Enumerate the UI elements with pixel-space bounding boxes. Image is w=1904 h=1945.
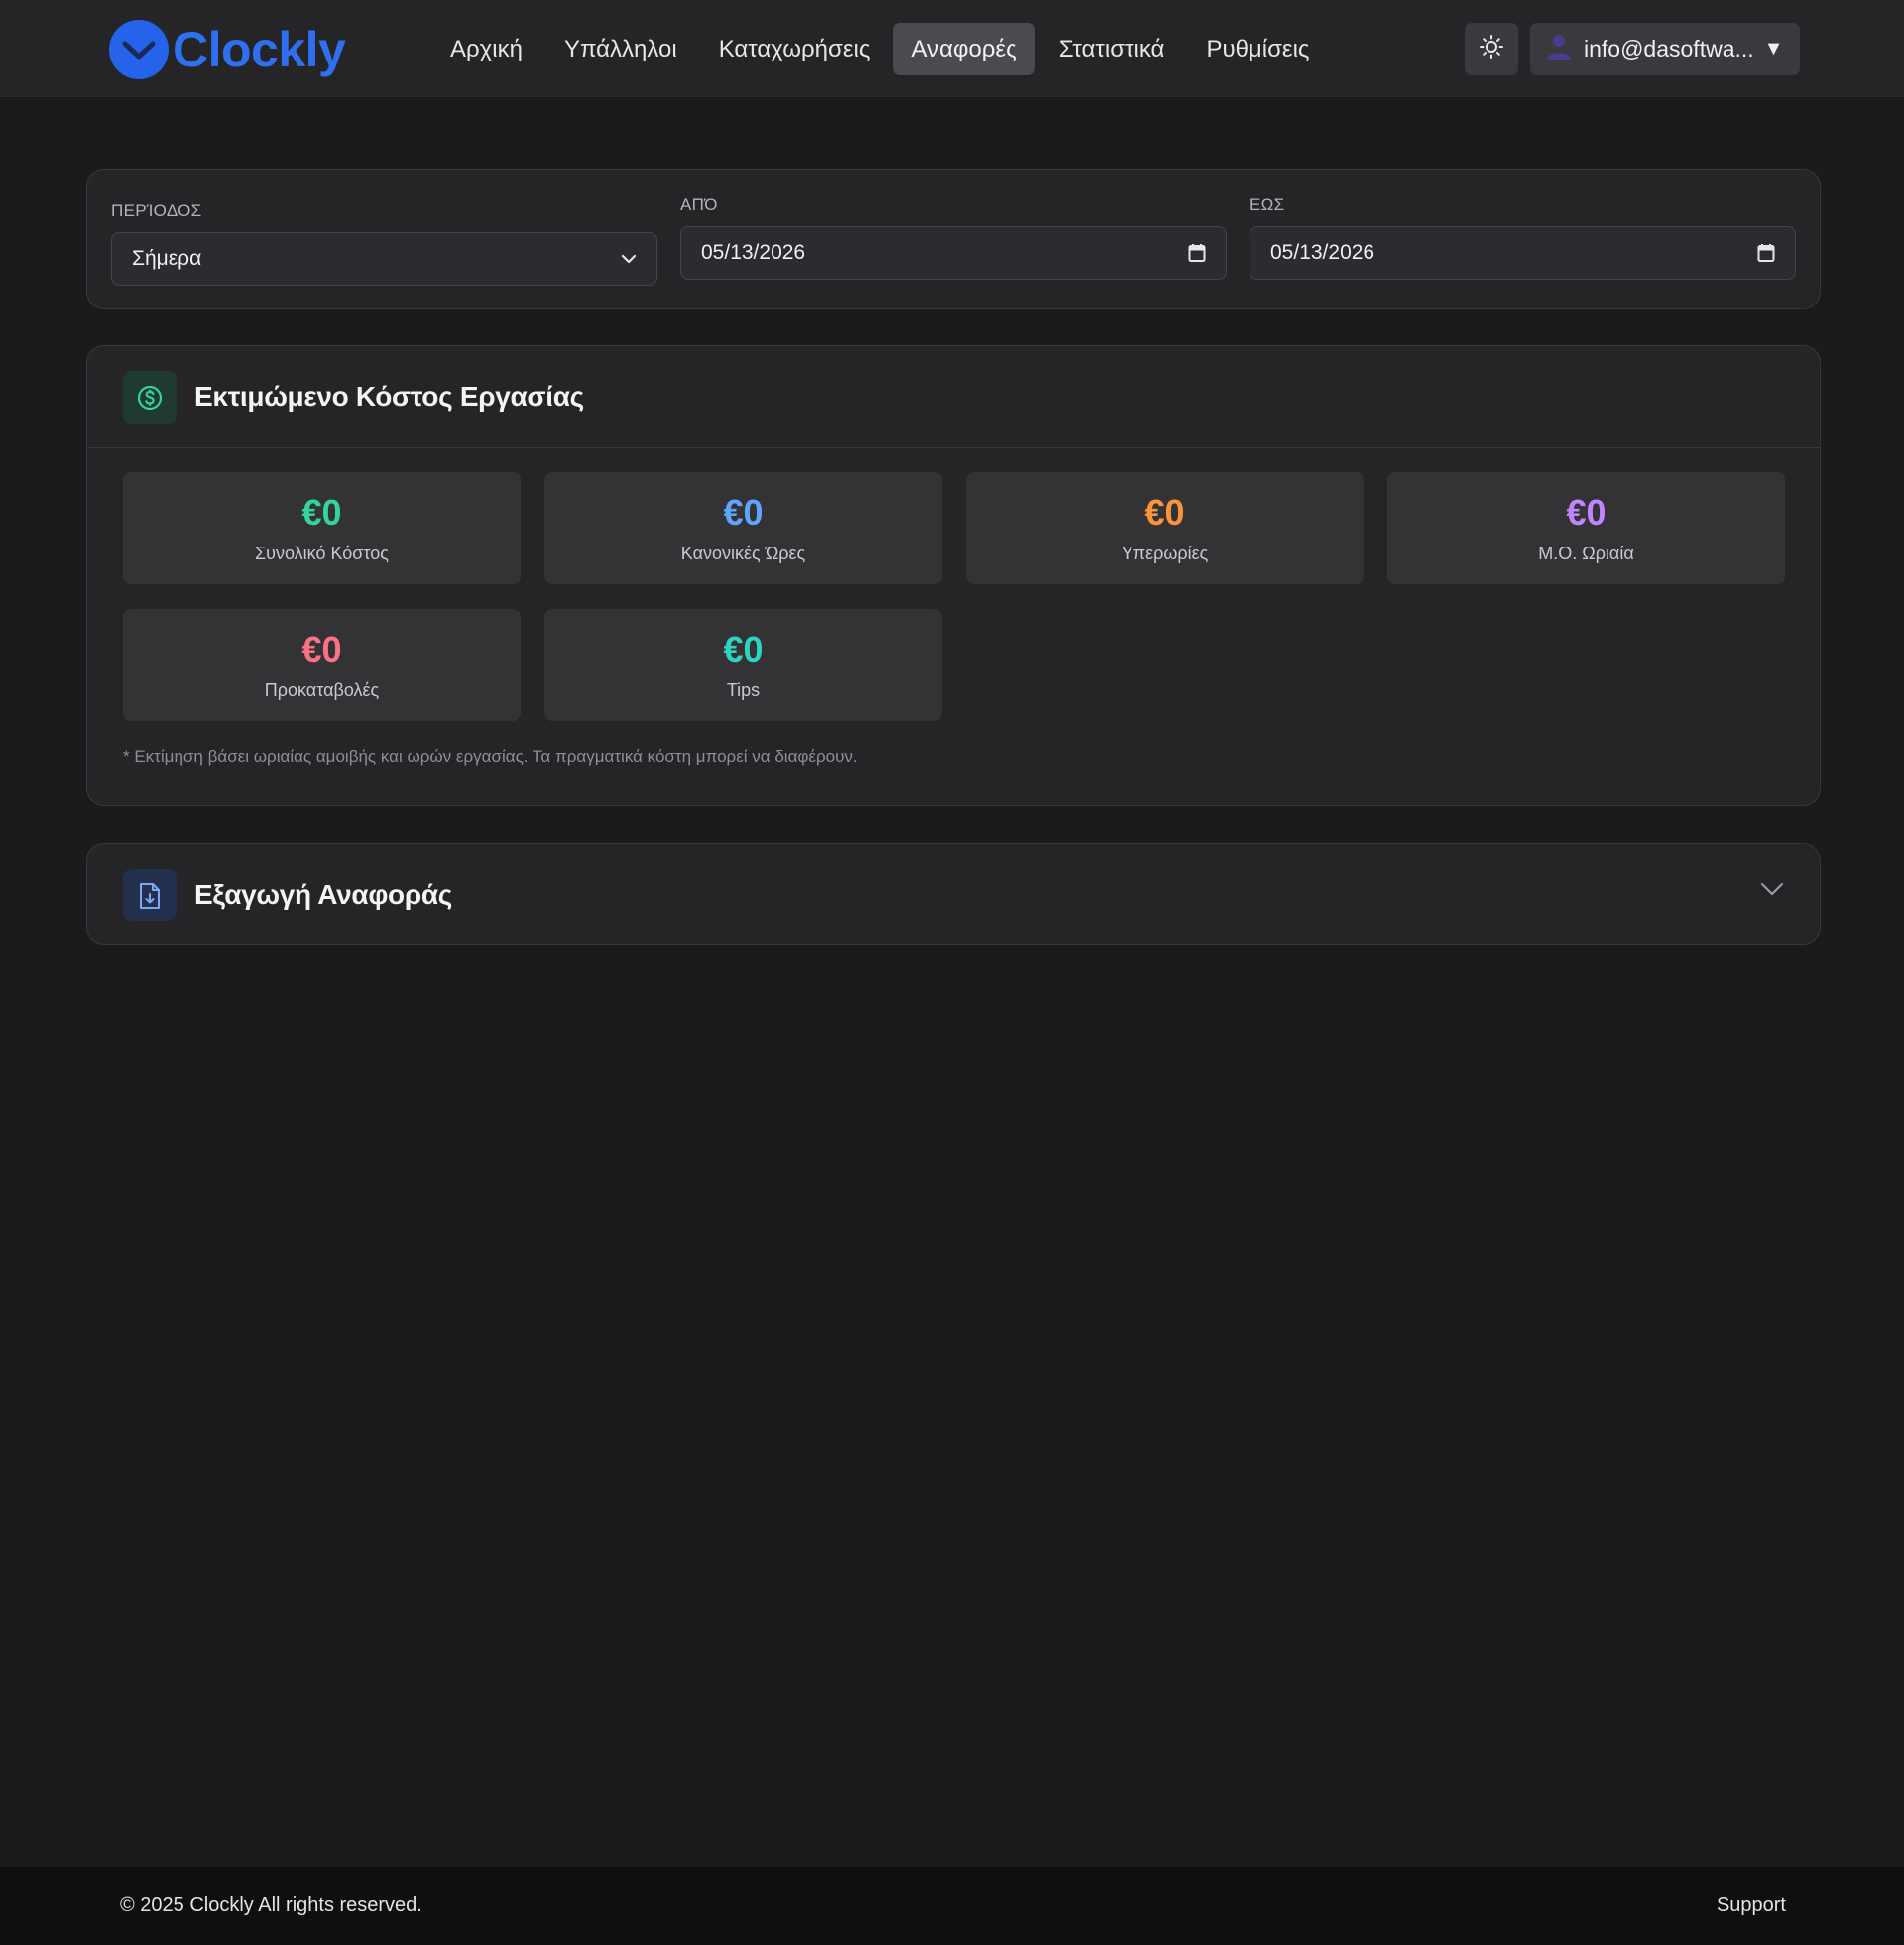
- labor-cost-section: Εκτιμώμενο Κόστος Εργασίας €0 Συνολικό Κ…: [86, 345, 1821, 806]
- estimate-note: * Εκτίμηση βάσει ωριαίας αμοιβής και ωρώ…: [123, 747, 858, 766]
- stat-value: €0: [1144, 492, 1185, 533]
- nav-item-employees[interactable]: Υπάλληλοι: [546, 23, 695, 75]
- from-date-value: 05/13/2026: [701, 241, 806, 264]
- user-email: info@dasoftwa...: [1584, 36, 1754, 61]
- sun-icon: [1479, 34, 1504, 64]
- nav-item-settings[interactable]: Ρυθμίσεις: [1188, 23, 1327, 75]
- from-date-input[interactable]: 05/13/2026: [680, 226, 1227, 280]
- stat-card-avg-hourly: €0 Μ.Ο. Ωριαία: [1387, 472, 1785, 584]
- support-link[interactable]: Support: [1717, 1894, 1786, 1917]
- stat-label: Προκαταβολές: [264, 680, 380, 700]
- user-menu-button[interactable]: info@dasoftwa... ▼: [1530, 23, 1800, 75]
- top-header: Clockly Αρχική Υπάλληλοι Καταχωρήσεις Αν…: [0, 0, 1904, 97]
- to-label: ΕΩΣ: [1250, 195, 1285, 214]
- file-download-icon: [123, 869, 177, 921]
- caret-down-icon: ▼: [1763, 38, 1784, 60]
- nav-item-reports[interactable]: Αναφορές: [893, 23, 1035, 75]
- stat-value: €0: [723, 629, 764, 669]
- calendar-icon[interactable]: [1757, 243, 1775, 263]
- stat-card-advances: €0 Προκαταβολές: [123, 609, 521, 721]
- period-select[interactable]: Σήμερα: [111, 232, 657, 286]
- stat-card-overtime: €0 Υπερωρίες: [966, 472, 1364, 584]
- period-value: Σήμερα: [132, 247, 202, 270]
- stat-value: €0: [301, 629, 342, 669]
- nav-item-entries[interactable]: Καταχωρήσεις: [701, 23, 889, 75]
- clock-check-icon: [109, 20, 169, 79]
- stat-label: Tips: [726, 680, 761, 700]
- stat-value: €0: [723, 492, 764, 533]
- chevron-down-icon[interactable]: [1760, 882, 1784, 901]
- theme-toggle-button[interactable]: [1465, 23, 1518, 75]
- export-report-section[interactable]: Εξαγωγή Αναφοράς: [86, 843, 1821, 945]
- app-logo[interactable]: Clockly: [109, 20, 346, 79]
- stat-card-total-cost: €0 Συνολικό Κόστος: [123, 472, 521, 584]
- footer-copyright: © 2025 Clockly All rights reserved.: [120, 1894, 422, 1916]
- page-footer: © 2025 Clockly All rights reserved. Supp…: [0, 1867, 1904, 1945]
- stat-value: €0: [1566, 492, 1606, 533]
- labor-cost-header: Εκτιμώμενο Κόστος Εργασίας: [87, 346, 1820, 448]
- stat-label: Συνολικό Κόστος: [255, 544, 389, 563]
- stat-card-tips: €0 Tips: [544, 609, 942, 721]
- stat-label: Υπερωρίες: [1121, 544, 1209, 563]
- export-report-title: Εξαγωγή Αναφοράς: [194, 879, 453, 910]
- main-nav: Αρχική Υπάλληλοι Καταχωρήσεις Αναφορές Σ…: [432, 23, 1334, 75]
- nav-item-statistics[interactable]: Στατιστικά: [1041, 23, 1183, 75]
- to-date-value: 05/13/2026: [1270, 241, 1375, 264]
- user-icon: [1546, 33, 1572, 66]
- nav-item-home[interactable]: Αρχική: [432, 23, 540, 75]
- from-label: ΑΠΌ: [680, 195, 718, 214]
- labor-cost-title: Εκτιμώμενο Κόστος Εργασίας: [194, 381, 584, 412]
- period-label: ΠΕΡΊΟΔΟΣ: [111, 201, 202, 220]
- dollar-circle-icon: [123, 371, 177, 424]
- calendar-icon[interactable]: [1188, 243, 1206, 263]
- report-filters: ΠΕΡΊΟΔΟΣ Σήμερα ΑΠΌ 05/13/2026 ΕΩΣ 05/13…: [86, 169, 1821, 309]
- app-name: Clockly: [173, 22, 346, 77]
- stat-label: Μ.Ο. Ωριαία: [1538, 544, 1634, 563]
- stat-value: €0: [301, 492, 342, 533]
- stat-card-regular-hours: €0 Κανονικές Ώρες: [544, 472, 942, 584]
- stat-label: Κανονικές Ώρες: [680, 544, 806, 563]
- to-date-input[interactable]: 05/13/2026: [1250, 226, 1796, 280]
- chevron-down-icon: [621, 254, 637, 264]
